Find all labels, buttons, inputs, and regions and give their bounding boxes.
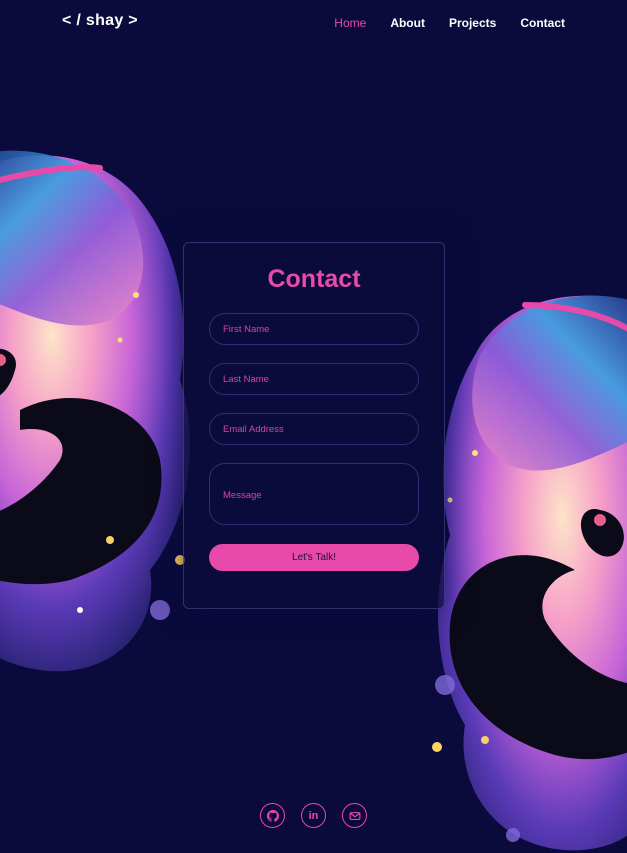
linkedin-icon: in: [308, 809, 319, 822]
github-icon: [266, 809, 279, 822]
main-nav: Home About Projects Contact: [334, 16, 565, 30]
github-link[interactable]: [260, 803, 285, 828]
site-logo[interactable]: < / shay >: [62, 12, 138, 30]
contact-title: Contact: [267, 265, 361, 293]
page: < / shay > Home About Projects Contact C…: [0, 0, 627, 853]
first-name-field[interactable]: [209, 313, 419, 345]
cosmic-cat-art-right: [425, 285, 627, 853]
nav-projects[interactable]: Projects: [449, 16, 496, 30]
cosmic-cat-art-left: [0, 140, 200, 700]
email-field[interactable]: [209, 413, 419, 445]
contact-form-card: Contact Let's Talk!: [183, 242, 445, 609]
nav-home[interactable]: Home: [334, 16, 366, 30]
message-field[interactable]: [209, 463, 419, 525]
mail-link[interactable]: [342, 803, 367, 828]
submit-button[interactable]: Let's Talk!: [209, 544, 419, 571]
nav-contact[interactable]: Contact: [520, 16, 565, 30]
mail-icon: [349, 811, 360, 820]
linkedin-link[interactable]: in: [301, 803, 326, 828]
nav-about[interactable]: About: [390, 16, 425, 30]
social-links: in: [0, 803, 627, 828]
last-name-field[interactable]: [209, 363, 419, 395]
